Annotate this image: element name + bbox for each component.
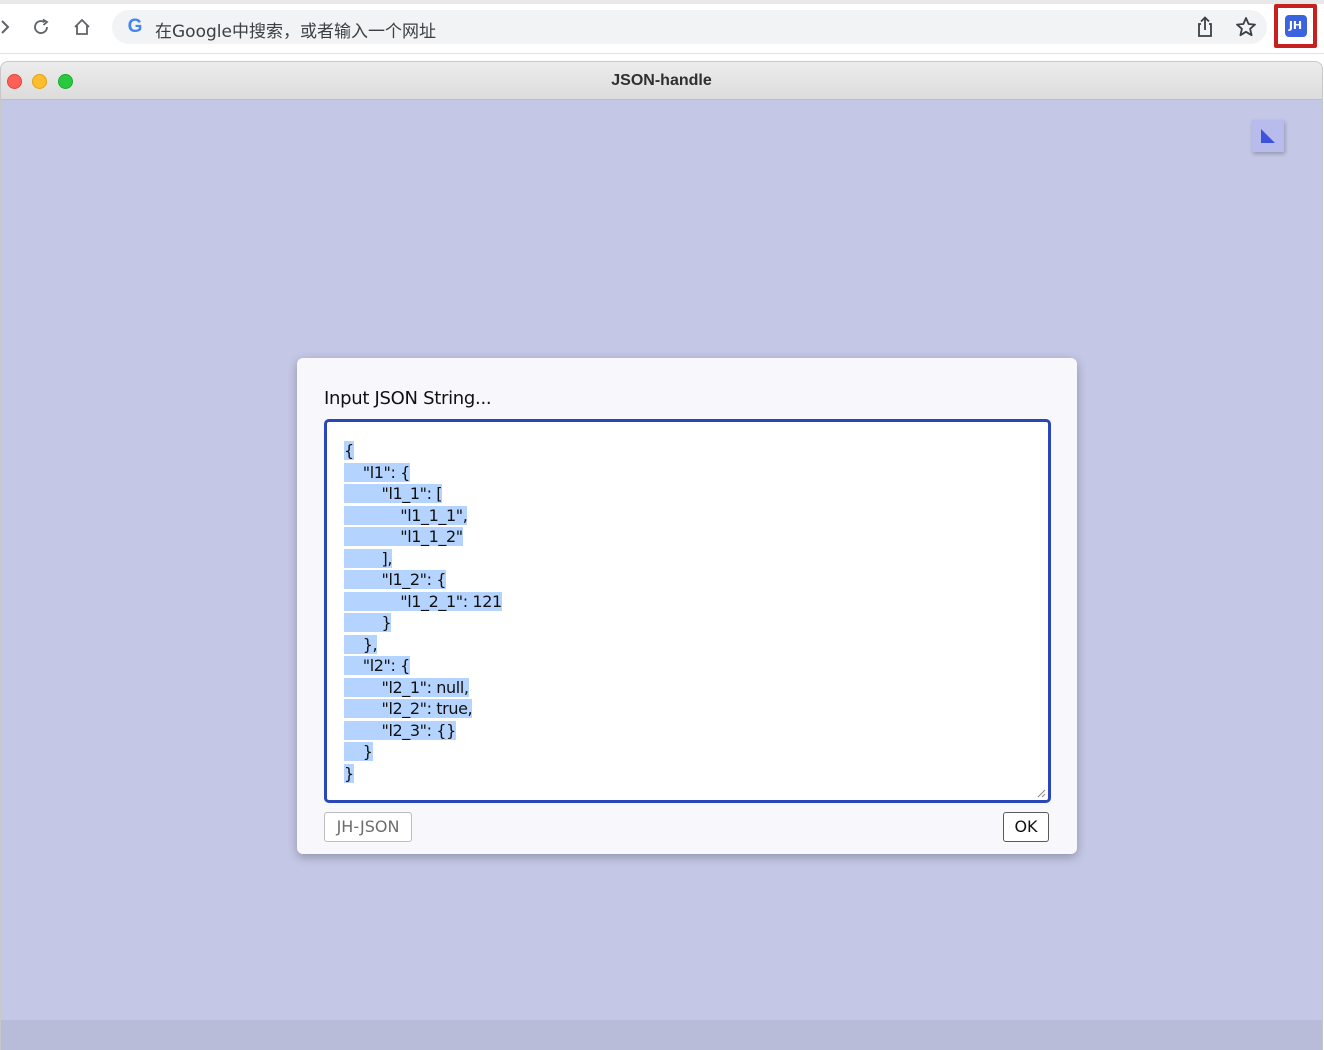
- selected-text: },: [344, 634, 378, 654]
- triangle-icon: [1261, 129, 1275, 143]
- selected-text: "l1_2": {: [344, 570, 447, 589]
- code-line: "l2": {: [344, 655, 502, 677]
- address-bar-placeholder: 在Google中搜索，或者输入一个网址: [155, 22, 436, 42]
- selected-text: }: [344, 613, 392, 632]
- resize-grip-icon[interactable]: [1036, 788, 1046, 798]
- selected-text: "l1_2_1": 121: [344, 591, 502, 611]
- selected-text: "l2": {: [344, 656, 410, 675]
- code-line: "l2_1": null,: [344, 677, 502, 699]
- reload-icon[interactable]: [28, 14, 54, 40]
- code-line: {: [344, 440, 502, 462]
- code-line: "l1_1": [: [344, 483, 502, 505]
- share-icon[interactable]: [1192, 14, 1218, 40]
- code-line: ],: [344, 548, 502, 570]
- home-icon[interactable]: [69, 14, 95, 40]
- selected-text: "l1_1_2": [344, 527, 463, 546]
- star-icon[interactable]: [1233, 14, 1259, 40]
- selected-text: "l1_1": [: [344, 484, 443, 503]
- selected-text: "l1_1_1",: [344, 505, 468, 525]
- selected-text: }: [344, 763, 354, 783]
- json-text[interactable]: { "l1": { "l1_1": [ "l1_1_1", "l1_1_2" ]…: [344, 440, 502, 784]
- extension-highlight[interactable]: JH: [1274, 4, 1317, 48]
- bottom-bar: [1, 1020, 1322, 1050]
- title-bar: JSON-handle: [1, 62, 1322, 100]
- selected-text: ],: [344, 548, 393, 568]
- dialog-label: Input JSON String...: [324, 388, 492, 409]
- corner-toggle-button[interactable]: [1252, 120, 1284, 152]
- selected-text: "l2_1": null,: [344, 677, 469, 697]
- forward-icon[interactable]: [0, 14, 18, 40]
- selected-text: "l2_2": true,: [344, 699, 473, 718]
- code-line: },: [344, 634, 502, 656]
- jh-json-button[interactable]: JH-JSON: [324, 812, 412, 842]
- address-bar[interactable]: G 在Google中搜索，或者输入一个网址: [112, 10, 1267, 44]
- app-window: JSON-handle Input JSON String... { "l1":…: [0, 61, 1323, 1050]
- code-line: "l2_2": true,: [344, 698, 502, 720]
- browser-toolbar: G 在Google中搜索，或者输入一个网址 JH: [0, 0, 1324, 54]
- code-line: }: [344, 612, 502, 634]
- code-line: }: [344, 741, 502, 763]
- code-line: }: [344, 763, 502, 785]
- tab-strip-edge: [0, 0, 1324, 4]
- ok-button[interactable]: OK: [1003, 812, 1049, 842]
- selected-text: }: [344, 742, 373, 761]
- jh-extension-icon[interactable]: JH: [1284, 15, 1307, 37]
- google-icon: G: [127, 16, 143, 37]
- code-line: "l1_2": {: [344, 569, 502, 591]
- code-line: "l1_2_1": 121: [344, 591, 502, 613]
- selected-text: "l1": {: [344, 462, 410, 482]
- code-line: "l2_3": {}: [344, 720, 502, 742]
- json-input-dialog: Input JSON String... { "l1": { "l1_1": […: [297, 358, 1077, 854]
- selected-text: "l2_3": {}: [344, 720, 456, 740]
- selected-text: {: [344, 441, 354, 460]
- json-textarea[interactable]: { "l1": { "l1_1": [ "l1_1_1", "l1_1_2" ]…: [324, 419, 1051, 803]
- code-line: "l1": {: [344, 462, 502, 484]
- code-line: "l1_1_2": [344, 526, 502, 548]
- code-line: "l1_1_1",: [344, 505, 502, 527]
- window-title: JSON-handle: [611, 72, 712, 89]
